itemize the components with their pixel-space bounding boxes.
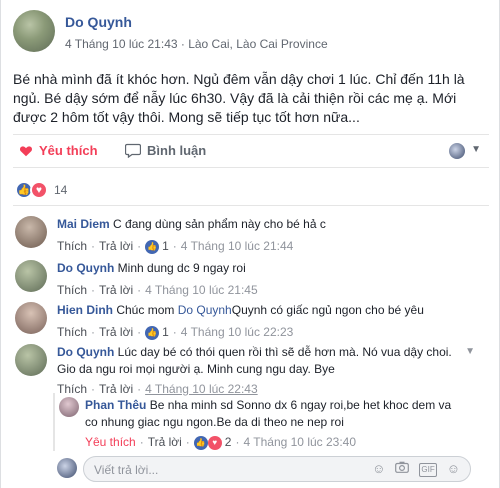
comment-text: Quynh có giấc ngủ ngon cho bé yêu: [231, 303, 424, 317]
heart-icon: [19, 145, 33, 156]
reply-thread-line: [53, 393, 55, 451]
post-as-avatar[interactable]: [449, 143, 465, 159]
comment-author[interactable]: Hien Dinh: [57, 303, 113, 317]
comment-author[interactable]: Do Quynh: [57, 261, 114, 275]
love-button[interactable]: Yêu thích: [19, 143, 98, 158]
reply-input[interactable]: Viết trả lời... ☺ GIF ☺: [83, 456, 471, 482]
post-meta[interactable]: 4 Tháng 10 lúc 21:43 · Lào Cai, Lào Cai …: [65, 37, 328, 51]
post-actions-bar: Yêu thích Bình luận ▼: [13, 134, 489, 168]
thumbs-up-icon: 👍: [145, 325, 160, 340]
reply-like-count[interactable]: 2: [225, 434, 232, 451]
avatar[interactable]: [15, 344, 47, 376]
smiley-icon[interactable]: ☺: [372, 461, 385, 477]
sticker-icon[interactable]: ☺: [447, 461, 460, 477]
comment-timestamp[interactable]: 4 Tháng 10 lúc 22:43: [145, 381, 258, 398]
comment-text: C đang dùng sản phẩm này cho bé hả c: [113, 217, 326, 231]
reply-link[interactable]: Trả lời: [99, 324, 133, 341]
love-link[interactable]: Yêu thích: [85, 434, 136, 451]
reply-link[interactable]: Trả lời: [99, 282, 133, 299]
reply-link[interactable]: Trả lời: [99, 381, 133, 398]
write-reply: Viết trả lời... ☺ GIF ☺: [57, 456, 471, 484]
comment-like-count[interactable]: 1: [162, 238, 169, 255]
avatar[interactable]: [59, 397, 79, 417]
like-link[interactable]: Thích: [57, 238, 87, 255]
mention-link[interactable]: Do Quynh: [178, 303, 232, 317]
reply-timestamp[interactable]: 4 Tháng 10 lúc 23:40: [243, 434, 356, 451]
avatar[interactable]: [15, 302, 47, 334]
comment-timestamp[interactable]: 4 Tháng 10 lúc 21:45: [145, 282, 258, 299]
thumbs-up-icon: 👍: [145, 239, 160, 254]
comment-author[interactable]: Mai Diem: [57, 217, 110, 231]
avatar[interactable]: [15, 260, 47, 292]
post-card: Do Quynh 4 Tháng 10 lúc 21:43 · Lào Cai,…: [0, 0, 500, 488]
reply-link[interactable]: Trả lời: [148, 434, 182, 451]
speech-bubble-icon: [125, 143, 141, 158]
comment-button-label: Bình luận: [147, 143, 207, 158]
comment-timestamp[interactable]: 4 Tháng 10 lúc 22:23: [181, 324, 294, 341]
comment-author[interactable]: Do Quynh: [57, 345, 114, 359]
heart-icon: ♥: [30, 181, 48, 199]
comment-button[interactable]: Bình luận: [125, 143, 500, 158]
post-text: Bé nhà mình đã ít khóc hơn. Ngủ đêm vẫn …: [13, 71, 465, 125]
avatar[interactable]: [15, 216, 47, 248]
reply-input-placeholder: Viết trả lời...: [94, 463, 159, 477]
reply-link[interactable]: Trả lời: [99, 238, 133, 255]
like-link[interactable]: Thích: [57, 381, 87, 398]
like-link[interactable]: Thích: [57, 324, 87, 341]
comment-text: Chúc mom: [116, 303, 175, 317]
reaction-count: 14: [54, 183, 68, 197]
camera-icon[interactable]: [395, 461, 410, 477]
chevron-down-icon[interactable]: ▼: [471, 144, 481, 155]
reply-author[interactable]: Phan Thêu: [85, 398, 146, 412]
comment-text: Lúc day bé có thói quen rồi thì sẽ dễ hơ…: [57, 345, 452, 376]
comment-like-count[interactable]: 1: [162, 324, 169, 341]
thumbs-up-icon: 👍: [193, 435, 208, 450]
avatar: [57, 458, 77, 478]
love-button-label: Yêu thích: [39, 143, 98, 158]
divider: [13, 205, 489, 206]
reaction-summary[interactable]: 👍 ♥ 14: [15, 181, 67, 199]
heart-icon: ♥: [207, 435, 222, 450]
comment-timestamp[interactable]: 4 Tháng 10 lúc 21:44: [181, 238, 294, 255]
chevron-down-icon[interactable]: ▼: [465, 346, 475, 357]
post-author-name[interactable]: Do Quynh: [65, 14, 132, 30]
author-avatar[interactable]: [13, 10, 55, 52]
comment-text: Minh dung dc 9 ngay roi: [117, 261, 246, 275]
like-link[interactable]: Thích: [57, 282, 87, 299]
gif-icon[interactable]: GIF: [419, 463, 437, 477]
